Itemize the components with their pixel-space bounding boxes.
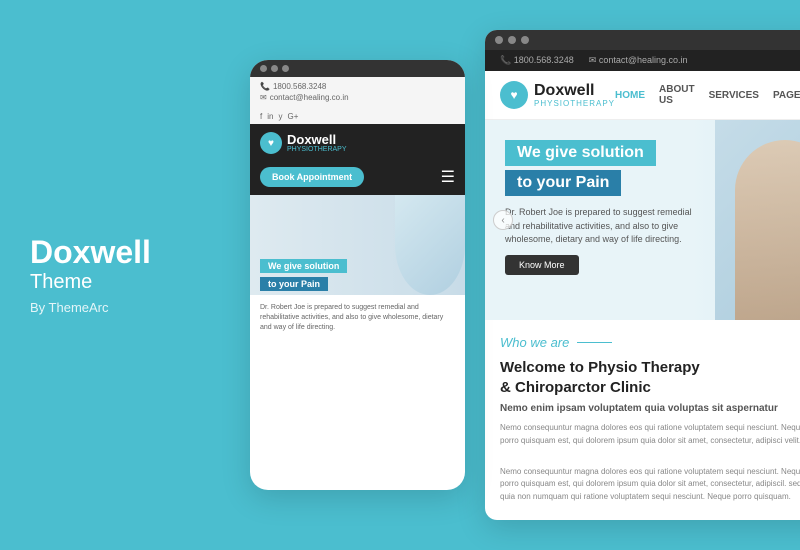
desktop-contact-info: 📞 1800.568.3248 ✉ contact@healing.co.in xyxy=(500,55,688,66)
mobile-social-bar: f in y G+ xyxy=(250,109,465,124)
desktop-logo-text: Doxwell xyxy=(534,83,615,99)
left-panel: Doxwell Theme By ThemeArc xyxy=(30,235,230,314)
mobile-dot-3 xyxy=(282,65,289,72)
about-left-content: Who we are Welcome to Physio Therapy & C… xyxy=(500,335,800,504)
mobile-contact-bar: 📞 1800.568.3248 ✉ contact@healing.co.in xyxy=(250,77,465,109)
mobile-hero-line1: We give solution xyxy=(260,259,347,273)
hero-line2: to your Pain xyxy=(505,170,621,196)
about-subtitle: Nemo enim ipsam voluptatem quia voluptas… xyxy=(500,403,800,414)
social-y[interactable]: y xyxy=(278,112,282,121)
about-who-label: Who we are xyxy=(500,335,800,350)
nav-link-home[interactable]: HOME xyxy=(615,90,645,101)
desktop-logo-icon: ♥ xyxy=(500,81,528,109)
desktop-topbar xyxy=(485,30,800,50)
desktop-dot-2 xyxy=(508,36,516,44)
social-in[interactable]: in xyxy=(267,112,273,121)
mobile-hero-overlay: We give solution to your Pain xyxy=(250,256,465,295)
mobile-dot-2 xyxy=(271,65,278,72)
desktop-hero-image xyxy=(715,120,800,320)
social-gplus[interactable]: G+ xyxy=(287,112,298,121)
nav-link-pages[interactable]: PAGES xyxy=(773,90,800,101)
brand-subtitle: Theme xyxy=(30,271,230,294)
hero-know-more-button[interactable]: Know More xyxy=(505,255,579,275)
nav-link-about[interactable]: ABOUT US xyxy=(659,84,695,106)
desktop-logo-sub: PHYSIOTHERAPY xyxy=(534,99,615,108)
hero-prev-arrow[interactable]: ‹ xyxy=(493,210,513,230)
desktop-nav: ♥ Doxwell PHYSIOTHERAPY HOME ABOUT US SE… xyxy=(485,71,800,120)
desktop-phone: 📞 1800.568.3248 xyxy=(500,55,574,66)
mobile-mockup: 📞 1800.568.3248 ✉ contact@healing.co.in … xyxy=(250,60,465,490)
desktop-mockup: 📞 1800.568.3248 ✉ contact@healing.co.in … xyxy=(485,30,800,520)
by-line: By ThemeArc xyxy=(30,300,230,315)
mobile-body-text: Dr. Robert Joe is prepared to suggest re… xyxy=(260,303,455,332)
desktop-hero-content: We give solution to your Pain Dr. Robert… xyxy=(505,140,705,275)
about-title: Welcome to Physio Therapy & Chiroparctor… xyxy=(500,358,800,397)
desktop-about-section: Who we are Welcome to Physio Therapy & C… xyxy=(485,320,800,519)
desktop-dot-1 xyxy=(495,36,503,44)
desktop-logo: ♥ Doxwell PHYSIOTHERAPY xyxy=(500,81,615,109)
hero-description: Dr. Robert Joe is prepared to suggest re… xyxy=(505,206,705,247)
mobile-dot-1 xyxy=(260,65,267,72)
mobile-hero: We give solution to your Pain xyxy=(250,195,465,295)
desktop-hero: ‹ We give solution to your Pain Dr. Robe… xyxy=(485,120,800,320)
hero-figure-left xyxy=(735,140,800,320)
mobile-bottom-content: Dr. Robert Joe is prepared to suggest re… xyxy=(250,295,465,340)
desktop-info-bar: 📞 1800.568.3248 ✉ contact@healing.co.in … xyxy=(485,50,800,71)
about-text-1: Nemo consequuntur magna dolores eos qui … xyxy=(500,422,800,448)
mobile-hero-line2: to your Pain xyxy=(260,277,328,291)
nav-link-services[interactable]: SERVICES xyxy=(709,90,759,101)
desktop-email: ✉ contact@healing.co.in xyxy=(589,55,688,66)
about-text-2: Nemo consequuntur magna dolores eos qui … xyxy=(500,466,800,504)
mobile-phone: 📞 1800.568.3248 xyxy=(260,82,455,91)
mobile-hamburger-icon[interactable]: ☰ xyxy=(441,167,455,187)
brand-title: Doxwell xyxy=(30,235,230,270)
mobile-logo-icon: ♥ xyxy=(260,132,282,154)
mobile-logo-text: Doxwell xyxy=(287,133,347,146)
mobile-action-row: Book Appointment ☰ xyxy=(250,162,465,195)
mobile-top-bar xyxy=(250,60,465,77)
mobile-logo-subtext: PHYSIOTHERAPY xyxy=(287,146,347,153)
desktop-nav-links: HOME ABOUT US SERVICES PAGES NEWS SHOP C… xyxy=(615,84,800,106)
mobile-logo: ♥ Doxwell PHYSIOTHERAPY xyxy=(260,132,347,154)
desktop-dot-3 xyxy=(521,36,529,44)
hero-line1: We give solution xyxy=(505,140,656,166)
social-f[interactable]: f xyxy=(260,112,262,121)
mobile-book-appointment-button[interactable]: Book Appointment xyxy=(260,167,364,187)
mobile-nav-bar: ♥ Doxwell PHYSIOTHERAPY xyxy=(250,124,465,162)
mobile-email: ✉ contact@healing.co.in xyxy=(260,93,455,102)
